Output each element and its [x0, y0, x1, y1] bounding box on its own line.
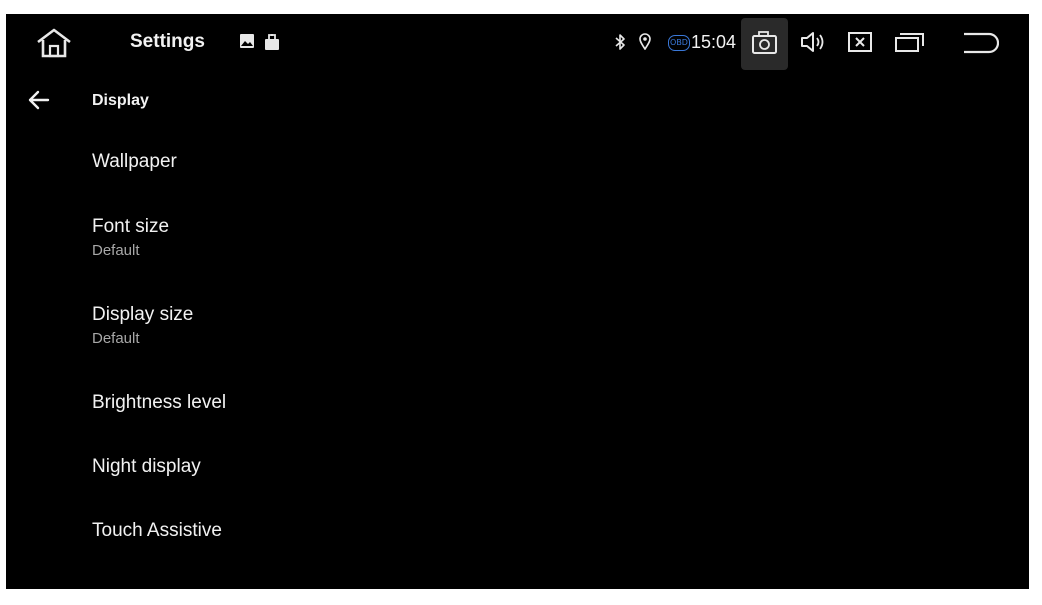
setting-item-display-size[interactable]: Display size Default — [6, 276, 1029, 362]
recent-apps-button[interactable] — [895, 32, 925, 52]
screenshot-button[interactable] — [741, 18, 788, 70]
setting-item-title: Font size — [92, 216, 170, 237]
setting-item-title: Wallpaper — [92, 151, 177, 172]
notification-icons — [240, 34, 280, 50]
bluetooth-indicator — [614, 34, 626, 50]
page-title: Display — [92, 92, 149, 109]
app-title: Settings — [130, 31, 205, 52]
home-icon — [37, 28, 71, 58]
status-bar: Settings OBD 15:04 — [6, 14, 1029, 72]
setting-item-brightness-level[interactable]: Brightness level — [6, 370, 1029, 432]
volume-button[interactable] — [800, 30, 828, 54]
setting-item-title: Night display — [92, 456, 201, 477]
obd-badge: OBD — [668, 35, 690, 51]
setting-item-title: Display size — [92, 304, 194, 325]
close-app-icon — [848, 32, 872, 52]
home-button[interactable] — [34, 26, 74, 60]
clock: 15:04 — [691, 32, 737, 52]
bag-notification-icon — [265, 34, 279, 50]
setting-item-touch-assistive[interactable]: Touch Assistive — [6, 498, 1029, 560]
android-screen: Settings OBD 15:04 Display Wallpaper Fon… — [6, 14, 1029, 589]
arrow-left-icon — [28, 90, 50, 110]
system-back-button[interactable] — [961, 30, 999, 56]
bluetooth-icon — [615, 34, 625, 50]
location-pin-icon — [639, 33, 651, 50]
setting-item-title: Touch Assistive — [92, 520, 222, 541]
setting-item-title: Brightness level — [92, 392, 227, 413]
recent-apps-icon — [895, 33, 924, 52]
back-button[interactable] — [26, 88, 52, 112]
image-notification-icon — [240, 34, 254, 48]
setting-item-subtitle: Default — [92, 242, 140, 259]
volume-icon — [801, 32, 824, 52]
setting-item-wallpaper[interactable]: Wallpaper — [6, 126, 1029, 186]
location-indicator — [639, 33, 651, 50]
back-return-icon — [964, 32, 999, 54]
setting-item-night-display[interactable]: Night display — [6, 434, 1029, 496]
setting-item-font-size[interactable]: Font size Default — [6, 188, 1029, 274]
screenshot-camera-icon — [752, 31, 777, 54]
setting-item-subtitle: Default — [92, 330, 140, 347]
close-app-button[interactable] — [848, 32, 872, 52]
